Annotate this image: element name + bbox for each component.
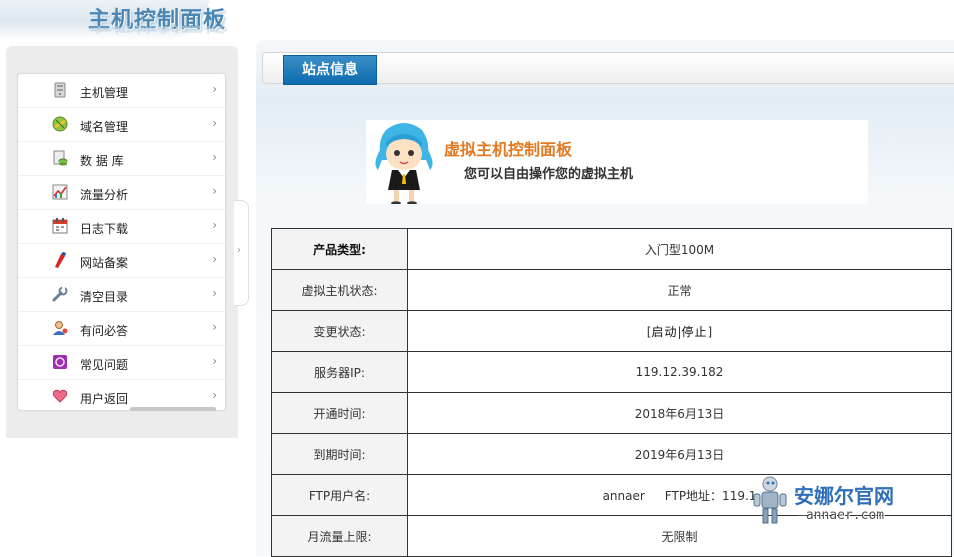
question-icon	[53, 355, 67, 369]
database-icon	[53, 150, 68, 166]
row-label-server-ip: 服务器IP:	[271, 351, 408, 393]
chevron-right-icon: ›	[212, 218, 217, 232]
sidebar-item-label: 用户返回	[80, 392, 129, 406]
banner-subtitle: 您可以自由操作您的虚拟主机	[464, 167, 634, 182]
row-label-expire-date: 到期时间:	[271, 433, 408, 475]
row-label-change-status: 变更状态:	[271, 310, 408, 352]
chevron-right-icon: ›	[212, 320, 217, 334]
product-type-value: 入门型100M	[407, 228, 952, 270]
globe-icon	[52, 116, 68, 132]
sidebar-scrollbar[interactable]	[130, 407, 216, 411]
chevron-right-icon: ›	[212, 286, 217, 300]
sidebar-item-domain-management[interactable]: 域名管理 ›	[18, 108, 225, 142]
sidebar-item-label: 常见问题	[80, 358, 129, 372]
chevron-right-icon: ›	[212, 150, 217, 164]
row-label-product-type: 产品类型:	[271, 228, 408, 270]
sidebar-item-traffic-analysis[interactable]: 流量分析 ›	[18, 176, 225, 210]
table-row: 产品类型: 入门型100M	[271, 228, 952, 270]
table-row: 变更状态: [启动|停止]	[271, 310, 952, 352]
welcome-banner: 虚拟主机控制面板 您可以自由操作您的虚拟主机	[366, 120, 868, 204]
sidebar-menu: 主机管理 › 域名管理 › 数 据 库 › 流量分析 › 日志下载 › 网站备案…	[17, 73, 226, 411]
row-label-open-date: 开通时间:	[271, 392, 408, 434]
calendar-icon	[52, 218, 68, 234]
start-link[interactable]: 启动	[651, 325, 677, 339]
chevron-right-icon: ›	[212, 252, 217, 266]
row-label-traffic-limit: 月流量上限:	[271, 515, 408, 557]
sidebar-collapse-handle[interactable]: ›	[234, 200, 249, 306]
open-date-value: 2018年6月13日	[407, 392, 952, 434]
server-ip-value: 119.12.39.182	[407, 351, 952, 393]
sidebar-item-label: 清空目录	[80, 290, 129, 304]
bracket-close: ]	[707, 324, 713, 339]
chevron-right-icon: ›	[212, 388, 217, 402]
tab-bar: 站点信息	[262, 52, 954, 85]
sidebar-item-label: 主机管理	[80, 86, 129, 100]
wrench-icon	[52, 286, 68, 302]
watermark: 安娜尔官网 —annaer.com	[748, 474, 954, 530]
chevron-right-icon: ›	[212, 82, 217, 96]
table-row: 虚拟主机状态: 正常	[271, 269, 952, 311]
table-row: 服务器IP: 119.12.39.182	[271, 351, 952, 393]
sidebar-item-qa[interactable]: 有问必答 ›	[18, 312, 225, 346]
server-icon	[54, 82, 66, 98]
row-label-host-status: 虚拟主机状态:	[271, 269, 408, 311]
table-row: 到期时间: 2019年6月13日	[271, 433, 952, 475]
sidebar-item-label: 有问必答	[80, 324, 129, 338]
sidebar-item-label: 域名管理	[80, 120, 129, 134]
table-row: 开通时间: 2018年6月13日	[271, 392, 952, 434]
pen-icon	[55, 252, 66, 268]
sidebar-item-clear-directory[interactable]: 清空目录 ›	[18, 278, 225, 312]
heart-icon	[52, 389, 68, 403]
sidebar-item-label: 流量分析	[80, 188, 129, 202]
row-label-ftp-user: FTP用户名:	[271, 474, 408, 516]
tab-site-info[interactable]: 站点信息	[283, 55, 377, 85]
logo: 主机控制面板 主机控制面板	[0, 0, 260, 46]
expire-date-value: 2019年6月13日	[407, 433, 952, 475]
sidebar-item-log-download[interactable]: 日志下载 ›	[18, 210, 225, 244]
watermark-title: 安娜尔官网	[794, 484, 894, 508]
watermark-url: —annaer.com	[798, 508, 885, 523]
ftp-username-value: annaer	[602, 488, 645, 503]
chart-icon	[52, 184, 68, 200]
host-status-value: 正常	[407, 269, 952, 311]
stop-link[interactable]: 停止	[682, 325, 708, 339]
chevron-right-icon: ›	[237, 245, 241, 256]
sidebar-item-database[interactable]: 数 据 库 ›	[18, 142, 225, 176]
sidebar-item-label: 数 据 库	[80, 154, 124, 168]
sidebar-item-label: 日志下载	[80, 222, 129, 236]
change-status-controls: [启动|停止]	[407, 310, 952, 352]
sidebar-item-label: 网站备案	[80, 256, 129, 270]
sidebar-item-faq[interactable]: 常见问题 ›	[18, 346, 225, 380]
logo-reflection: 主机控制面板	[88, 26, 226, 40]
banner-title: 虚拟主机控制面板	[444, 140, 573, 159]
chevron-right-icon: ›	[212, 116, 217, 130]
mascot-image	[375, 123, 433, 204]
ftp-address-value: FTP地址：119.1	[664, 488, 757, 503]
chevron-right-icon: ›	[212, 354, 217, 368]
sidebar-item-host-management[interactable]: 主机管理 ›	[18, 74, 225, 108]
robot-logo-icon	[753, 476, 787, 524]
chevron-right-icon: ›	[212, 184, 217, 198]
sidebar-item-website-filing[interactable]: 网站备案 ›	[18, 244, 225, 278]
user-icon	[53, 321, 68, 335]
